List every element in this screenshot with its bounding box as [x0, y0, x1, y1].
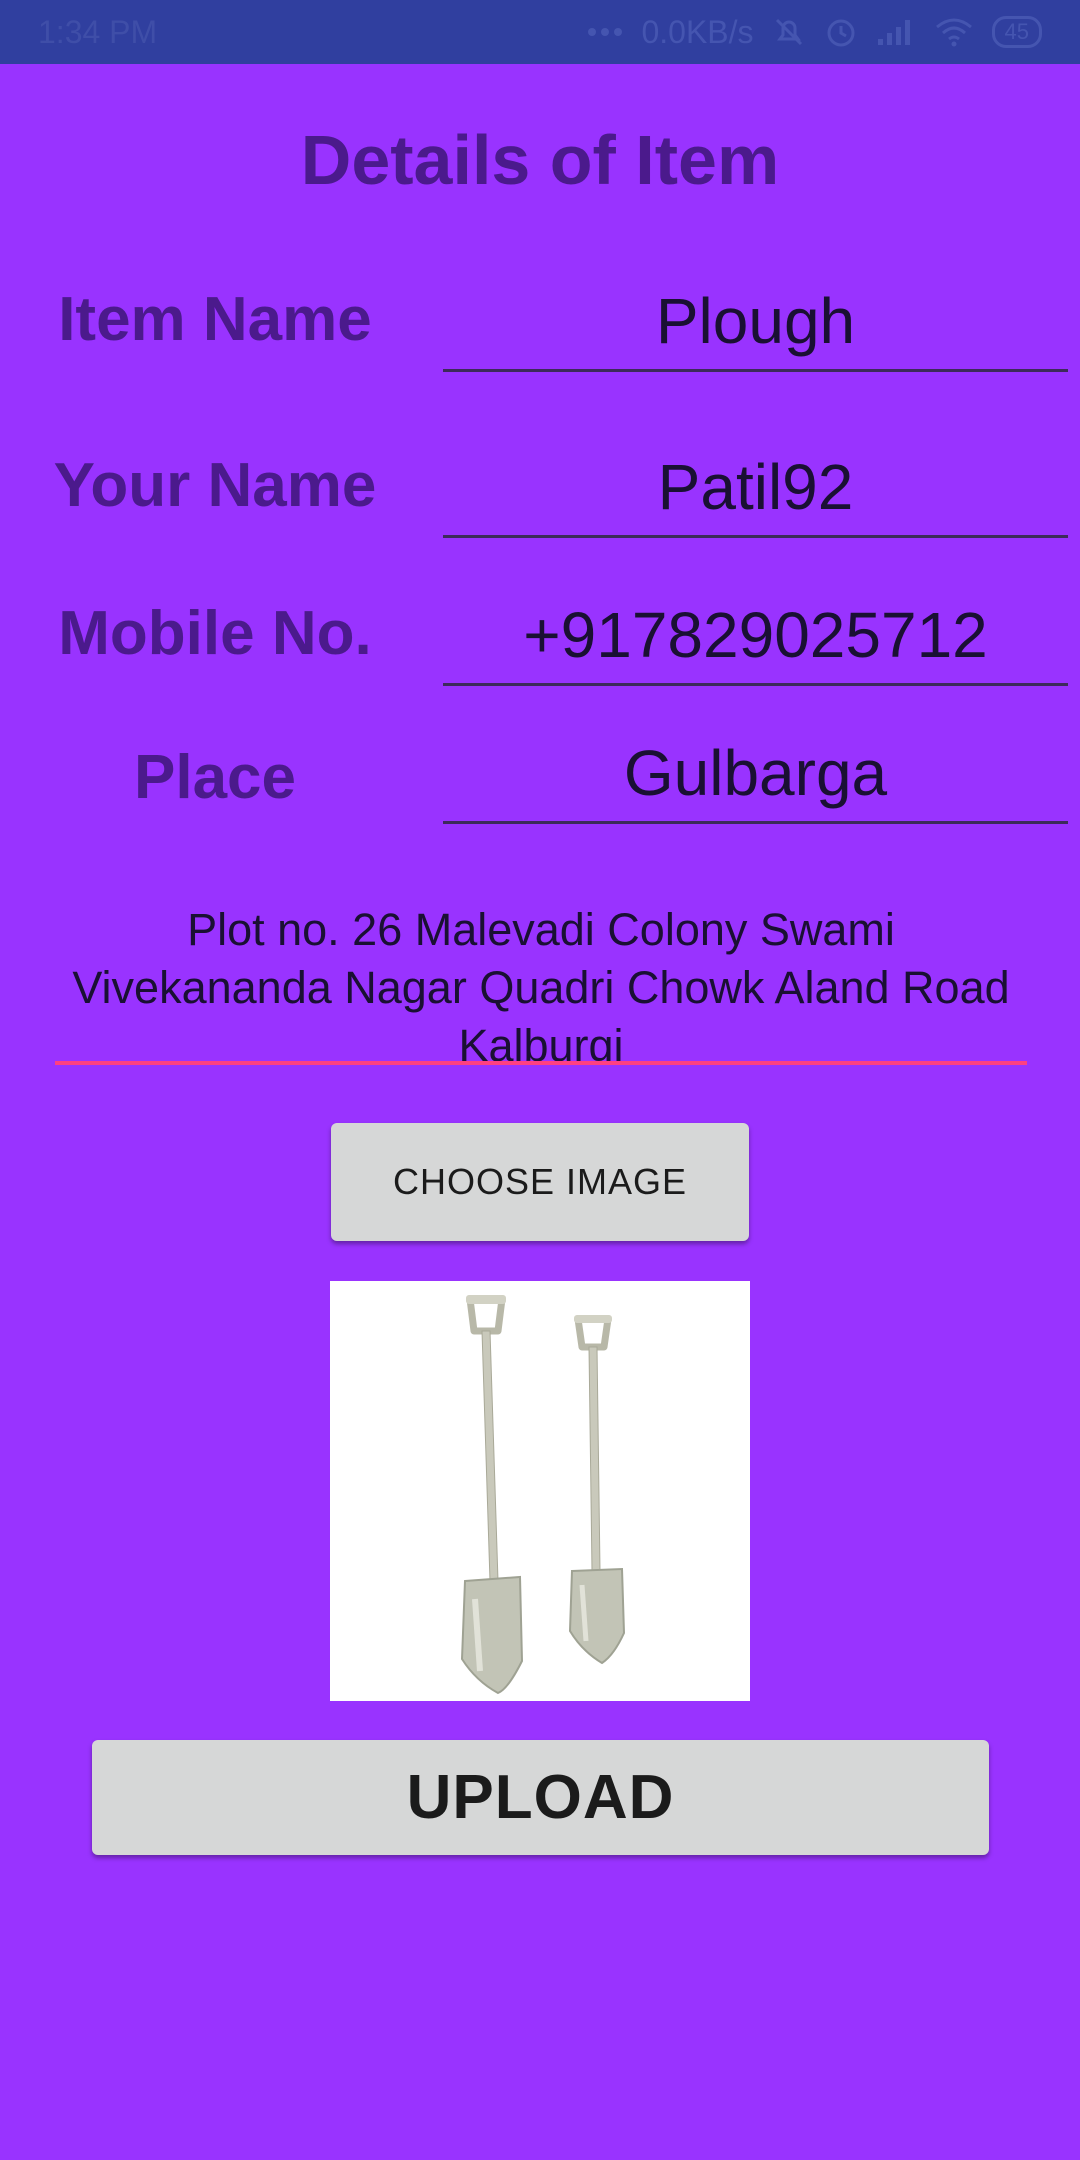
- mobile-label: Mobile No.: [58, 599, 372, 668]
- battery-icon: 45: [991, 16, 1042, 48]
- choose-image-button[interactable]: CHOOSE IMAGE: [331, 1123, 749, 1241]
- upload-button[interactable]: UPLOAD: [92, 1740, 989, 1855]
- wifi-icon: [934, 17, 974, 47]
- place-label: Place: [133, 743, 297, 812]
- network-speed: 0.0KB/s: [641, 13, 754, 50]
- item-name-input[interactable]: [443, 272, 1068, 372]
- place-input[interactable]: [443, 724, 1068, 824]
- signal-icon: [876, 17, 916, 47]
- shovels-image: [330, 1281, 750, 1701]
- status-time: 1:34 PM: [38, 13, 158, 50]
- status-icons: 0.0KB/s 45: [587, 14, 1042, 51]
- address-text: Plot no. 26 Malevadi Colony Swami Viveka…: [72, 904, 1010, 1065]
- item-name-label: Item Name: [58, 285, 372, 354]
- status-bar: 1:34 PM 0.0KB/s 45: [0, 0, 1080, 64]
- item-image-preview: [330, 1281, 750, 1701]
- mute-icon: [772, 15, 806, 49]
- alarm-icon: [824, 15, 858, 49]
- mobile-input[interactable]: [443, 586, 1068, 686]
- page-title: Details of Item: [300, 121, 780, 199]
- your-name-input[interactable]: [443, 438, 1068, 538]
- address-field[interactable]: Plot no. 26 Malevadi Colony Swami Viveka…: [55, 895, 1027, 1065]
- your-name-label: Your Name: [53, 451, 377, 520]
- more-dots-icon: [587, 27, 623, 37]
